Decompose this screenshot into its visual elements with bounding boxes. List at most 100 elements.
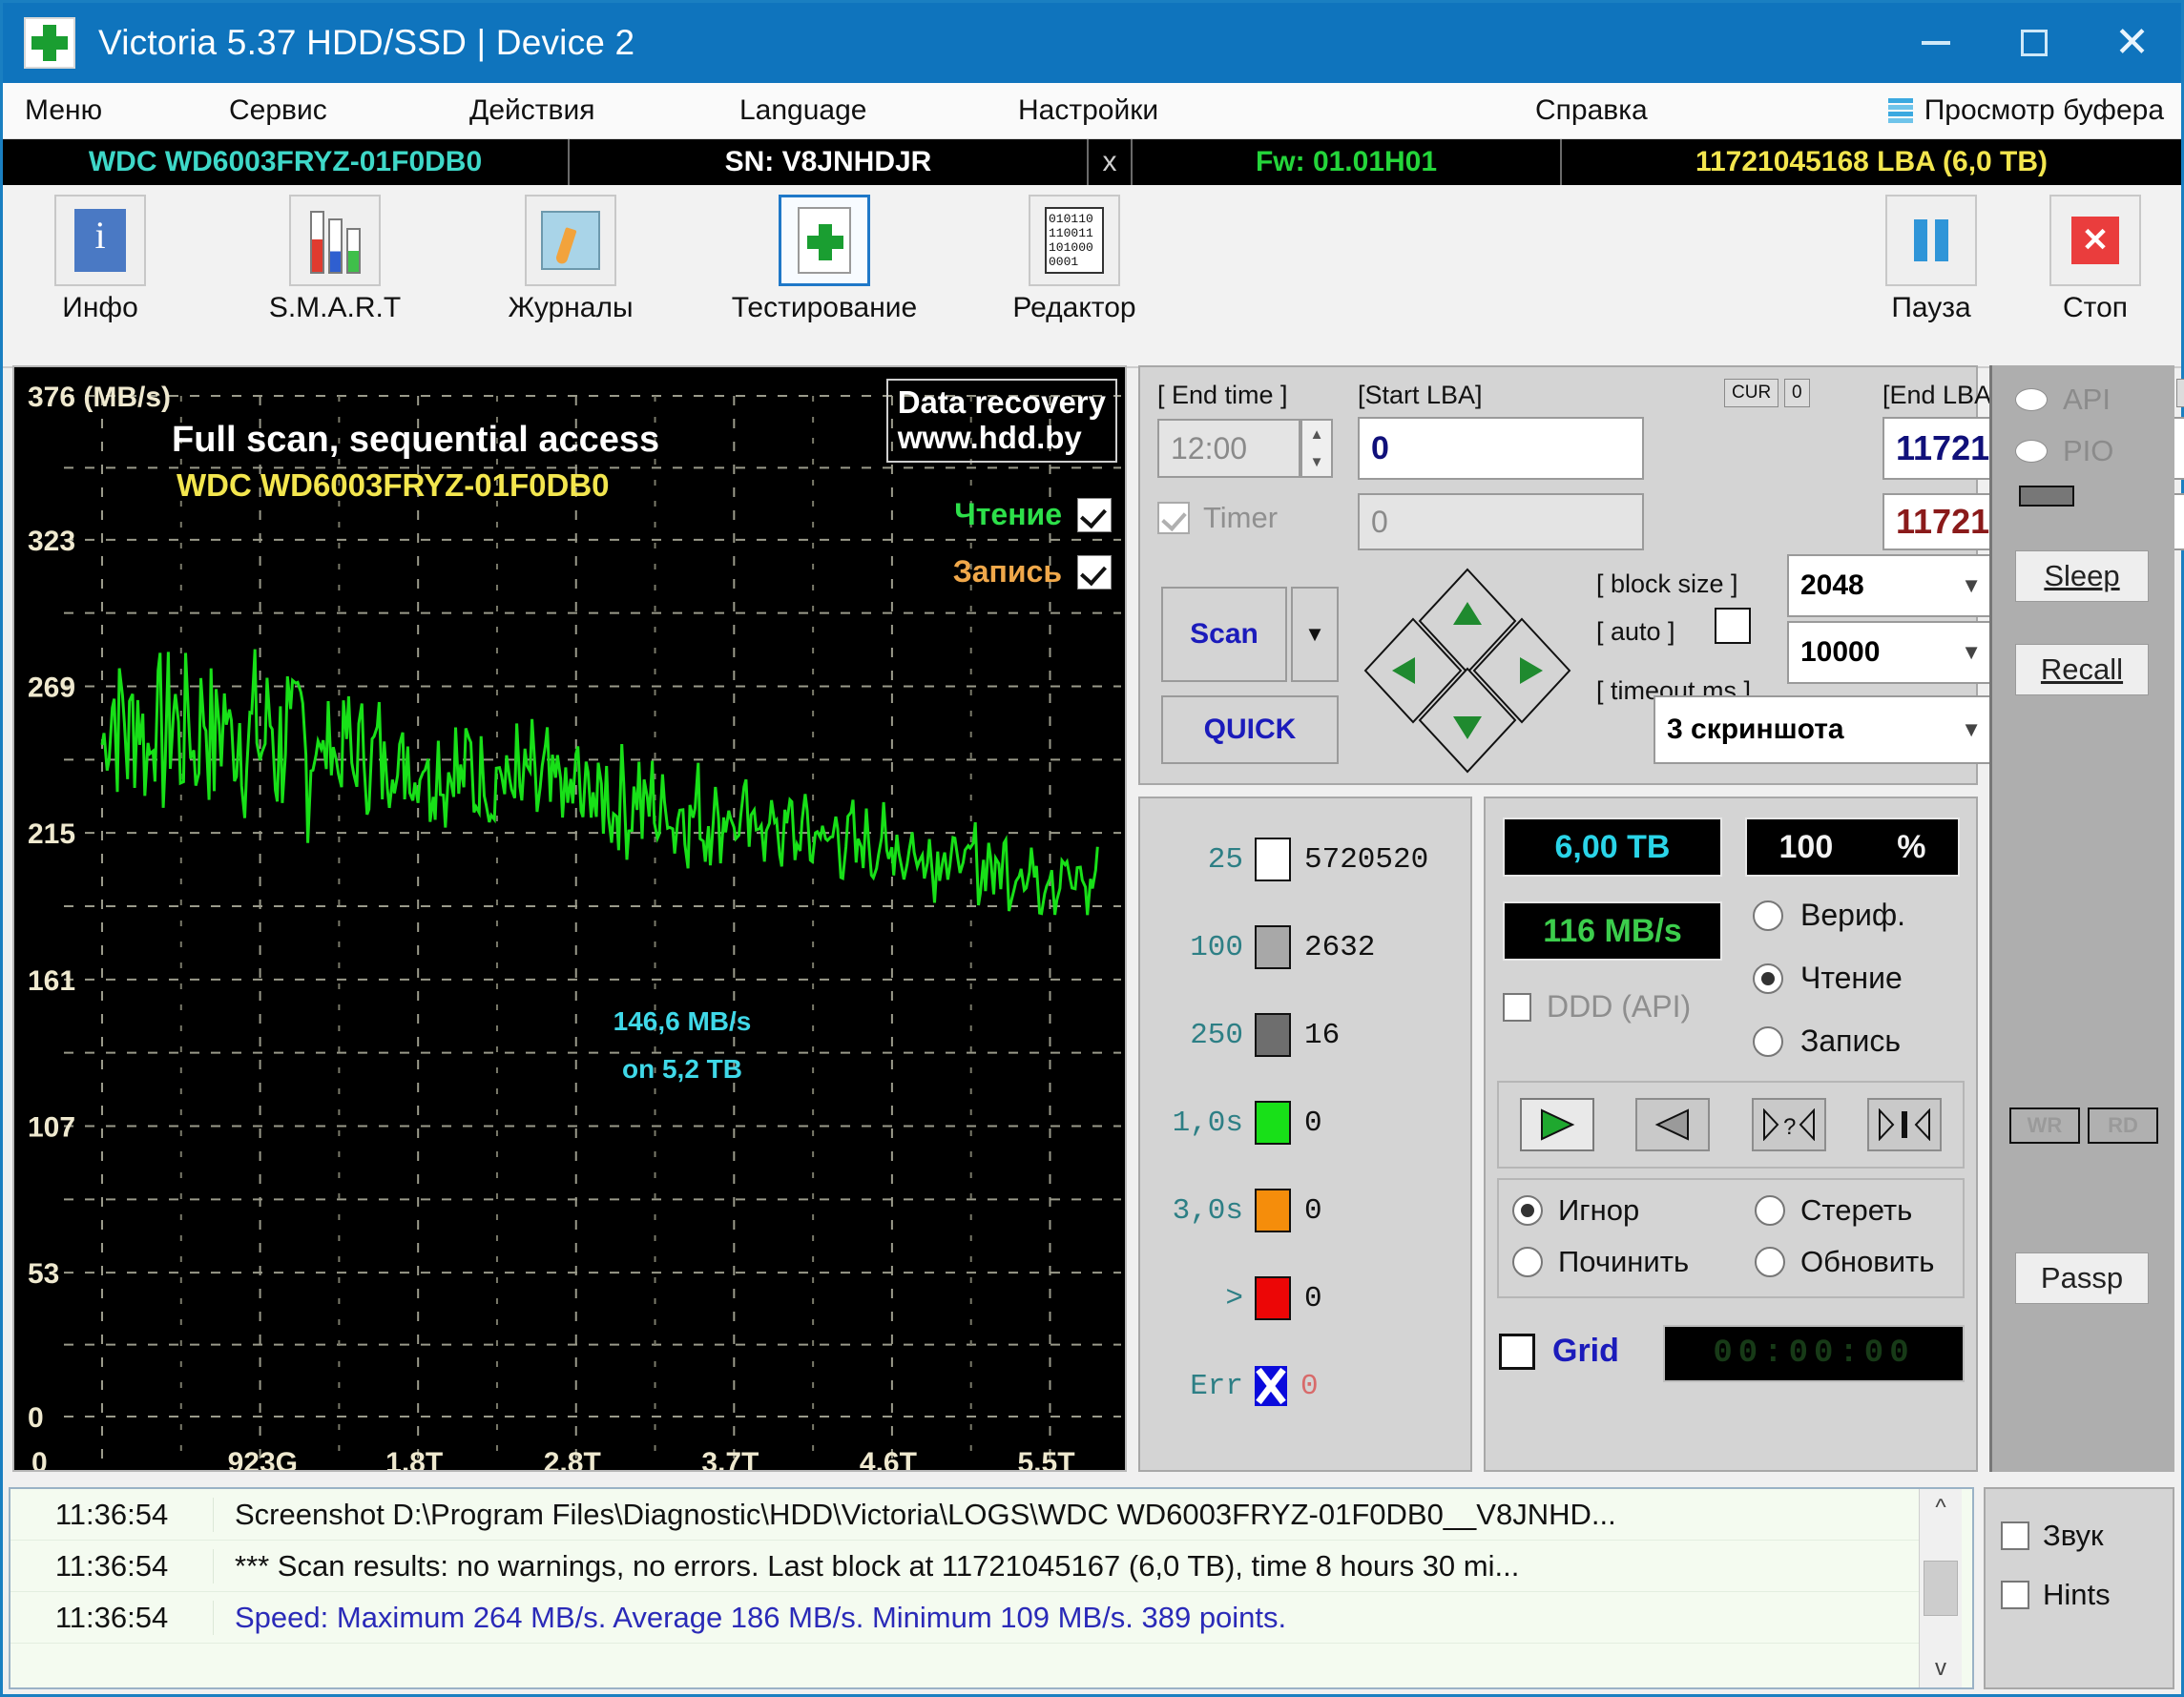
write-radio[interactable] <box>1753 1025 1783 1057</box>
recall-button[interactable]: Recall <box>2015 644 2149 695</box>
wr-button[interactable]: WR <box>2009 1107 2080 1144</box>
end-time-stepper[interactable]: ▲ ▼ <box>1300 419 1333 478</box>
block-size-select[interactable]: 2048 ▼ <box>1787 554 1995 617</box>
refresh-radio[interactable] <box>1755 1247 1785 1277</box>
timer-row[interactable]: Timer <box>1157 501 1278 535</box>
play-reverse-button[interactable] <box>1635 1098 1711 1151</box>
toolbar-button-smart[interactable]: S.M.A.R.T <box>259 195 411 324</box>
minimize-button[interactable] <box>1886 3 1985 83</box>
rd-button[interactable]: RD <box>2088 1107 2158 1144</box>
quick-button[interactable]: QUICK <box>1161 695 1339 764</box>
block-stat-count: 0 <box>1304 1193 1322 1228</box>
passport-button[interactable]: Passp <box>2015 1252 2149 1304</box>
ddd-label: DDD (API) <box>1547 989 1692 1024</box>
log-row[interactable]: 11:36:54 Screenshot D:\Program Files\Diag… <box>10 1489 1919 1541</box>
scan-button[interactable]: Scan <box>1161 587 1287 682</box>
toolbar-button-logs[interactable]: Журналы <box>494 195 647 324</box>
ddd-row[interactable]: DDD (API) <box>1503 989 1691 1024</box>
ignore-radio[interactable] <box>1512 1195 1543 1226</box>
ddd-checkbox[interactable] <box>1503 992 1531 1022</box>
api-radio[interactable] <box>2015 388 2048 411</box>
action-erase[interactable]: Стереть <box>1755 1193 1912 1228</box>
end-lba-cur-button[interactable]: CUR <box>2176 379 2184 407</box>
pio-radio[interactable] <box>2015 440 2048 463</box>
log-scrollbar[interactable]: ^ v <box>1919 1489 1962 1687</box>
read-checkbox[interactable] <box>1077 497 1112 532</box>
write-toggle-row[interactable]: Запись <box>953 554 1112 590</box>
log-rows: 11:36:54 Screenshot D:\Program Files\Diag… <box>10 1489 1919 1687</box>
grid-checkbox[interactable] <box>1499 1333 1535 1370</box>
scan-graph-panel[interactable]: 376 (MB/s) 323 269 215 161 107 53 0 0 923G 1,8T 2,8… <box>12 365 1127 1472</box>
grid-row[interactable]: Grid <box>1499 1333 1619 1370</box>
svg-text:215: 215 <box>28 818 75 850</box>
brand-watermark: Data recovery www.hdd.by <box>885 379 1117 463</box>
read-mode-label: Чтение <box>1800 961 1903 995</box>
sound-checkbox[interactable] <box>2001 1521 2029 1550</box>
smart-bars-icon <box>309 207 361 274</box>
scan-dropdown-button[interactable]: ▼ <box>1291 587 1339 682</box>
menu-item-settings[interactable]: Настройки <box>1018 94 1158 127</box>
start-lba-secondary-input[interactable]: 0 <box>1358 493 1644 550</box>
direction-pad[interactable] <box>1358 566 1577 776</box>
menu-item-language[interactable]: Language <box>739 94 866 127</box>
log-row[interactable]: 11:36:54 Speed: Maximum 264 MB/s. Average… <box>10 1592 1919 1644</box>
api-option[interactable]: API <box>2015 383 2111 417</box>
toolbar-button-testing[interactable]: Тестирование <box>715 195 934 324</box>
verify-radio[interactable] <box>1753 900 1783 931</box>
timer-label: Timer <box>1203 501 1279 534</box>
read-radio[interactable] <box>1753 962 1783 994</box>
menu-item-service[interactable]: Сервис <box>229 94 327 127</box>
sound-option[interactable]: Звук <box>1986 1506 2173 1565</box>
action-repair[interactable]: Починить <box>1512 1245 1689 1279</box>
end-time-input[interactable]: 12:00 <box>1157 419 1300 478</box>
log-row[interactable]: 11:36:54 *** Scan results: no warnings, n… <box>10 1541 1919 1592</box>
start-lba-cur-button[interactable]: CUR <box>1724 379 1779 407</box>
timeout-select[interactable]: 10000 ▼ <box>1787 621 1995 684</box>
svg-text:376 (MB/s): 376 (MB/s) <box>28 382 171 413</box>
menu-item-menu[interactable]: Меню <box>25 94 102 127</box>
toolbar-button-info[interactable]: Инфо <box>24 195 177 324</box>
start-lba-input[interactable]: 0 <box>1358 417 1644 480</box>
device-close-icon[interactable]: x <box>1089 139 1133 185</box>
auto-checkbox[interactable] <box>1715 608 1751 644</box>
menu-item-actions[interactable]: Действия <box>469 94 594 127</box>
close-button[interactable]: ✕ <box>2083 3 2181 83</box>
seek-mark-button[interactable] <box>1867 1098 1943 1151</box>
pio-option[interactable]: PIO <box>2015 434 2113 468</box>
scroll-up-icon[interactable]: ^ <box>1935 1489 1945 1527</box>
scrollbar-thumb[interactable] <box>1924 1561 1958 1616</box>
hints-checkbox[interactable] <box>2001 1581 2029 1609</box>
read-toggle-row[interactable]: Чтение <box>954 497 1112 532</box>
mode-option-verify[interactable]: Вериф. <box>1753 898 1905 933</box>
hints-option[interactable]: Hints <box>1986 1565 2173 1625</box>
activity-indicator <box>2019 486 2074 507</box>
toolbar-button-editor[interactable]: 010110 110011 101000 0001 Редактор <box>979 195 1170 324</box>
toolbar-button-pause[interactable]: Пауза <box>1855 195 2007 324</box>
write-checkbox[interactable] <box>1077 554 1112 590</box>
log-message: Screenshot D:\Program Files\Diagnostic\H… <box>235 1497 1616 1531</box>
graph-annotation-speed: 146,6 MB/s <box>613 1006 752 1036</box>
mode-option-write[interactable]: Запись <box>1753 1024 1901 1059</box>
device-info-bar: WDC WD6003FRYZ-01F0DB0 SN: V8JNHDJR x Fw… <box>3 139 2181 185</box>
sleep-button[interactable]: Sleep <box>2015 550 2149 602</box>
seek-question-button[interactable]: ? <box>1751 1098 1826 1151</box>
play-forward-button[interactable] <box>1519 1098 1594 1151</box>
erase-radio[interactable] <box>1755 1195 1785 1226</box>
start-lba-zero-button[interactable]: 0 <box>1784 379 1810 407</box>
graph-annotation-position: on 5,2 TB <box>621 1054 742 1084</box>
action-refresh[interactable]: Обновить <box>1755 1245 1934 1279</box>
scroll-down-icon[interactable]: v <box>1935 1649 1946 1687</box>
elapsed-timer-display: 00:00:00 <box>1663 1325 1965 1382</box>
refresh-label: Обновить <box>1800 1245 1935 1278</box>
start-lba-label: [Start LBA] <box>1358 381 1483 409</box>
action-ignore[interactable]: Игнор <box>1512 1193 1639 1228</box>
menu-item-help[interactable]: Справка <box>1535 94 1648 127</box>
mode-option-read[interactable]: Чтение <box>1753 961 1903 996</box>
buffer-view-button[interactable]: Просмотр буфера <box>1887 94 2164 127</box>
screenshot-select[interactable]: 3 скриншота ▼ <box>1654 695 1995 764</box>
maximize-button[interactable] <box>1985 3 2083 83</box>
toolbar-button-stop[interactable]: ✕ Стоп <box>2019 195 2172 324</box>
timer-checkbox[interactable] <box>1157 502 1190 534</box>
repair-radio[interactable] <box>1512 1247 1543 1277</box>
log-message: Speed: Maximum 264 MB/s. Average 186 MB/… <box>235 1600 1287 1634</box>
